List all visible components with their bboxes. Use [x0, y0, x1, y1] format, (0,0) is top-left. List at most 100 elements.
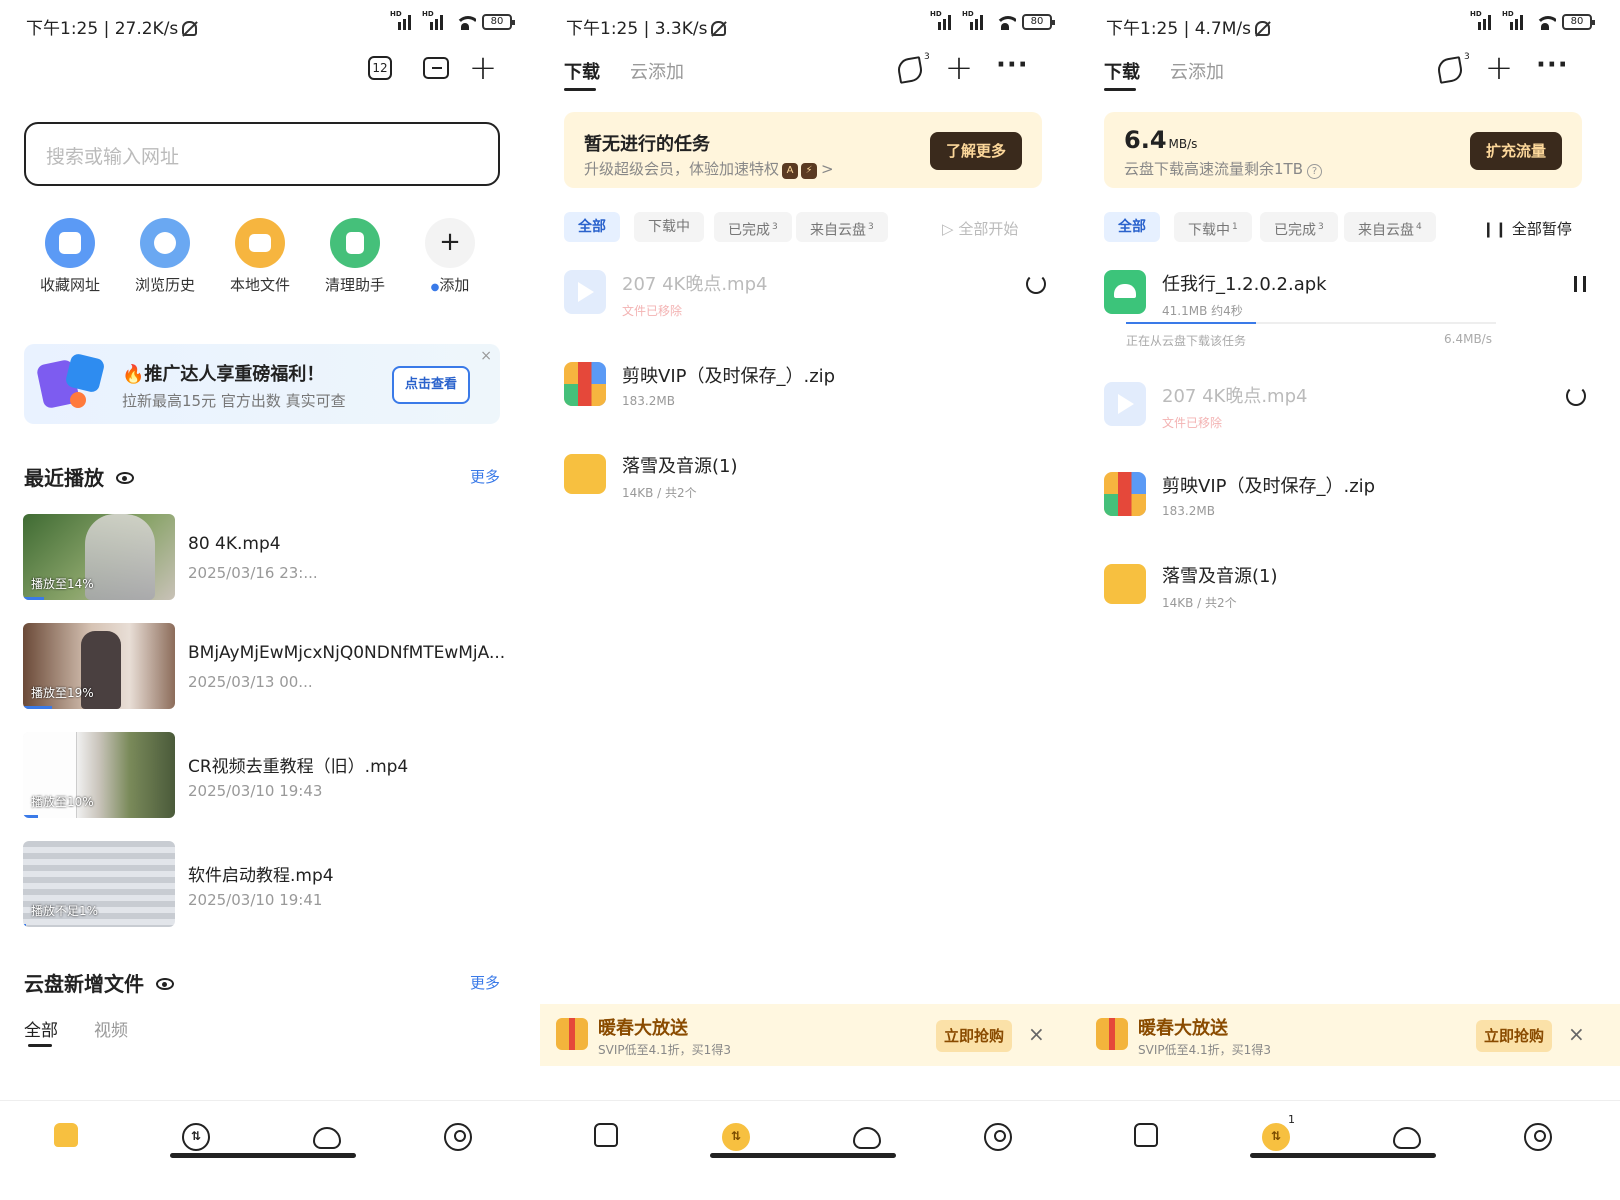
- recent-item[interactable]: 播放不足1% 软件启动教程.mp4 2025/03/10 19:41: [23, 841, 513, 929]
- cloud-more-link[interactable]: 更多: [470, 972, 500, 993]
- close-icon[interactable]: ×: [480, 348, 492, 364]
- promo-subtitle: 拉新最高15元 官方出数 真实可查: [122, 392, 346, 410]
- recent-title: 80 4K.mp4: [188, 534, 281, 554]
- chip-completed[interactable]: 已完成 3: [1260, 212, 1338, 242]
- expand-quota-button[interactable]: 扩充流量: [1470, 132, 1562, 170]
- battery-icon: 80: [1562, 14, 1595, 30]
- bottom-promo[interactable]: 暖春大放送 SVIP低至4.1折，买1得3 立即抢购 ×: [540, 1004, 1080, 1066]
- promo-view-button[interactable]: 点击查看: [392, 366, 470, 404]
- home-icon[interactable]: [594, 1123, 618, 1147]
- pause-all-button[interactable]: ❙❙ 全部暂停: [1482, 218, 1572, 239]
- close-icon[interactable]: ×: [1568, 1022, 1585, 1046]
- profile-icon[interactable]: [1524, 1123, 1552, 1151]
- start-all-button[interactable]: ▷ 全部开始: [942, 218, 1018, 239]
- add-plus-icon[interactable]: +: [1484, 51, 1514, 85]
- promo-banner[interactable]: 🔥推广达人享重磅福利！ 拉新最高15元 官方出数 真实可查 点击查看 ×: [24, 344, 500, 424]
- favorites-icon: [45, 218, 95, 268]
- android-apk-icon: [1104, 270, 1146, 314]
- chip-completed[interactable]: 已完成 3: [714, 212, 792, 242]
- home-icon[interactable]: [54, 1123, 78, 1147]
- cloud-icon[interactable]: [1393, 1127, 1421, 1149]
- profile-icon[interactable]: [984, 1123, 1012, 1151]
- rocket-icon[interactable]: [1436, 56, 1464, 84]
- recent-item[interactable]: 播放至19% BMjAyMjEwMjcxNjQ0NDNfMTEwMjA... 2…: [23, 623, 513, 711]
- video-file-icon: [564, 270, 606, 314]
- help-icon[interactable]: ?: [1307, 164, 1322, 179]
- more-dots-icon[interactable]: ···: [996, 50, 1029, 80]
- status-time-speed: 下午1:25 | 3.3K/s: [566, 19, 708, 39]
- quick-local-files[interactable]: 本地文件: [216, 218, 304, 295]
- chip-downloading[interactable]: 下载中: [634, 212, 704, 242]
- battery-icon: 80: [1022, 14, 1055, 30]
- signal-icon: HD: [422, 10, 448, 30]
- message-icon[interactable]: [423, 57, 449, 79]
- downloads-idle-screen: 下午1:25 | 3.3K/s HD HD 80 下载 云添加 3 + ··· …: [540, 0, 1080, 1200]
- chip-all[interactable]: 全部: [1104, 212, 1160, 242]
- downloads-active-screen: 下午1:25 | 4.7M/s HD HD 80 下载 云添加 3 + ··· …: [1080, 0, 1620, 1200]
- file-row[interactable]: 剪映VIP（及时保存_）.zip 183.2MB: [1080, 466, 1620, 526]
- recent-title: 软件启动教程.mp4: [188, 866, 334, 886]
- home-icon[interactable]: [1134, 1123, 1158, 1147]
- file-row[interactable]: 落雪及音源(1) 14KB / 共2个: [540, 446, 1080, 506]
- eye-icon[interactable]: [156, 978, 174, 990]
- download-progress-bar: [1126, 322, 1496, 324]
- retry-icon[interactable]: [1026, 274, 1046, 294]
- tab-download[interactable]: 下载: [1104, 58, 1140, 84]
- buy-now-button[interactable]: 立即抢购: [1476, 1020, 1552, 1052]
- add-plus-icon[interactable]: +: [468, 51, 498, 85]
- file-name: 207 4K晚点.mp4: [1162, 386, 1308, 407]
- quick-favorites[interactable]: 收藏网址: [26, 218, 114, 295]
- signal-icon: HD: [1502, 10, 1528, 30]
- recent-item[interactable]: 播放至14% 80 4K.mp4 2025/03/16 23:...: [23, 514, 513, 602]
- tab-cloud-add[interactable]: 云添加: [1170, 58, 1224, 84]
- eye-icon[interactable]: [116, 472, 134, 484]
- tab-download[interactable]: 下载: [564, 58, 600, 84]
- wifi-icon: [1534, 14, 1556, 30]
- chip-all[interactable]: 全部: [564, 212, 620, 242]
- clock-icon: [140, 218, 190, 268]
- buy-now-button[interactable]: 立即抢购: [936, 1020, 1012, 1052]
- chip-downloading[interactable]: 下载中 1: [1174, 212, 1252, 242]
- quick-label: 浏览历史: [134, 276, 195, 294]
- recent-more-link[interactable]: 更多: [470, 466, 500, 487]
- file-row[interactable]: 207 4K晚点.mp4 文件已移除: [1080, 376, 1620, 436]
- zip-file-icon: [564, 362, 606, 406]
- recent-date: 2025/03/13 00...: [188, 673, 313, 691]
- download-icon[interactable]: ⇅: [1262, 1123, 1290, 1151]
- bottom-promo[interactable]: 暖春大放送 SVIP低至4.1折，买1得3 立即抢购 ×: [1080, 1004, 1620, 1066]
- file-row[interactable]: 剪映VIP（及时保存_）.zip 183.2MB: [540, 356, 1080, 416]
- cloud-icon[interactable]: [313, 1127, 341, 1149]
- recent-item[interactable]: 播放至10% CR视频去重教程（旧）.mp4 2025/03/10 19:43: [23, 732, 513, 820]
- search-input[interactable]: 搜索或输入网址: [24, 122, 500, 186]
- cloud-icon[interactable]: [853, 1127, 881, 1149]
- rocket-icon[interactable]: [896, 56, 924, 84]
- chip-from-cloud[interactable]: 来自云盘 3: [796, 212, 888, 242]
- more-dots-icon[interactable]: ···: [1536, 50, 1569, 80]
- add-plus-icon[interactable]: +: [944, 51, 974, 85]
- quick-cleaner[interactable]: 清理助手: [311, 218, 399, 295]
- speed-banner: 6.4 MB/s 云盘下载高速流量剩余1TB? 扩充流量: [1104, 112, 1582, 188]
- bottom-promo-title: 暖春大放送: [598, 1018, 688, 1039]
- learn-more-button[interactable]: 了解更多: [930, 132, 1022, 170]
- chip-from-cloud[interactable]: 来自云盘 4: [1344, 212, 1436, 242]
- folder-icon: [235, 218, 285, 268]
- download-icon[interactable]: ⇅: [722, 1123, 750, 1151]
- section-title: 云盘新增文件: [24, 972, 144, 996]
- recent-title: CR视频去重教程（旧）.mp4: [188, 757, 409, 777]
- close-icon[interactable]: ×: [1028, 1022, 1045, 1046]
- tab-cloud-add[interactable]: 云添加: [630, 58, 684, 84]
- download-icon[interactable]: ⇅: [182, 1123, 210, 1151]
- file-status: 文件已移除: [622, 304, 683, 318]
- profile-icon[interactable]: [444, 1123, 472, 1151]
- retry-icon[interactable]: [1566, 386, 1586, 406]
- file-row[interactable]: 落雪及音源(1) 14KB / 共2个: [1080, 556, 1620, 616]
- cloud-tab-video[interactable]: 视频: [94, 1016, 128, 1041]
- pause-icon[interactable]: [1574, 276, 1586, 292]
- quick-history[interactable]: 浏览历史: [121, 218, 209, 295]
- cloud-tab-all[interactable]: 全部: [24, 1016, 58, 1041]
- file-row[interactable]: 207 4K晚点.mp4 文件已移除: [540, 264, 1080, 324]
- tabs-count-button[interactable]: 12: [368, 56, 392, 80]
- quick-add[interactable]: + ●添加: [406, 218, 494, 295]
- section-title: 最近播放: [24, 466, 104, 490]
- broom-icon: [330, 218, 380, 268]
